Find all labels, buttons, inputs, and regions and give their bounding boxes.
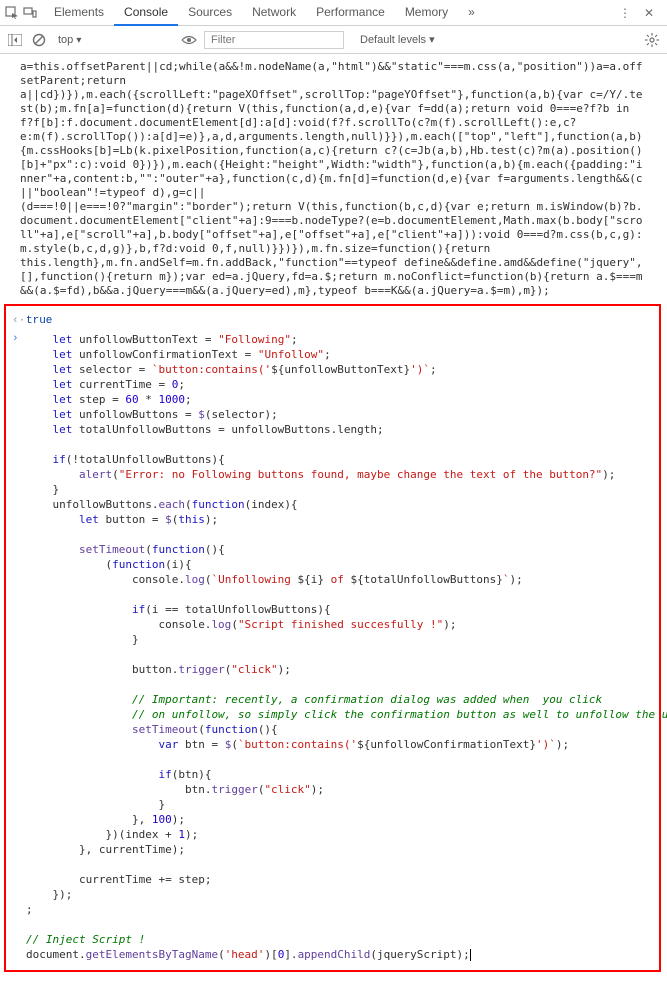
result-arrow-icon: ‹·	[12, 314, 20, 328]
console-output: a=this.offsetParent||cd;while(a&&!m.node…	[0, 54, 667, 982]
text-cursor	[470, 949, 471, 961]
sidebar-toggle-icon[interactable]	[6, 31, 24, 49]
devtools-tabs: Elements Console Sources Network Perform…	[44, 0, 615, 26]
tab-sources[interactable]: Sources	[178, 0, 242, 26]
tab-elements[interactable]: Elements	[44, 0, 114, 26]
tab-more[interactable]: »	[458, 0, 485, 26]
tab-memory[interactable]: Memory	[395, 0, 458, 26]
tab-network[interactable]: Network	[242, 0, 306, 26]
inspect-element-icon[interactable]	[4, 5, 20, 21]
result-value: true	[26, 314, 52, 328]
context-selector[interactable]: top ▾	[54, 32, 174, 48]
highlighted-console-block: ‹· true › let unfollowButtonText = "Foll…	[4, 304, 661, 972]
device-toggle-icon[interactable]	[22, 5, 38, 21]
eye-icon[interactable]	[180, 31, 198, 49]
result-line: ‹· true	[6, 312, 659, 330]
tab-performance[interactable]: Performance	[306, 0, 395, 26]
minified-code-output: a=this.offsetParent||cd;while(a&&!m.node…	[0, 58, 667, 300]
code-editor-content[interactable]: let unfollowButtonText = "Following"; le…	[26, 332, 667, 962]
clear-console-icon[interactable]	[30, 31, 48, 49]
log-levels-selector[interactable]: Default levels ▾	[360, 33, 435, 46]
close-devtools-icon[interactable]: ✕	[641, 5, 657, 21]
input-arrow-icon: ›	[12, 332, 20, 962]
more-options-icon[interactable]: ⋮	[617, 5, 633, 21]
devtools-tab-header: Elements Console Sources Network Perform…	[0, 0, 667, 26]
settings-gear-icon[interactable]	[643, 31, 661, 49]
console-toolbar: top ▾ Default levels ▾	[0, 26, 667, 54]
console-input-block[interactable]: › let unfollowButtonText = "Following"; …	[6, 330, 659, 964]
filter-input[interactable]	[204, 31, 344, 49]
tab-console[interactable]: Console	[114, 0, 178, 26]
